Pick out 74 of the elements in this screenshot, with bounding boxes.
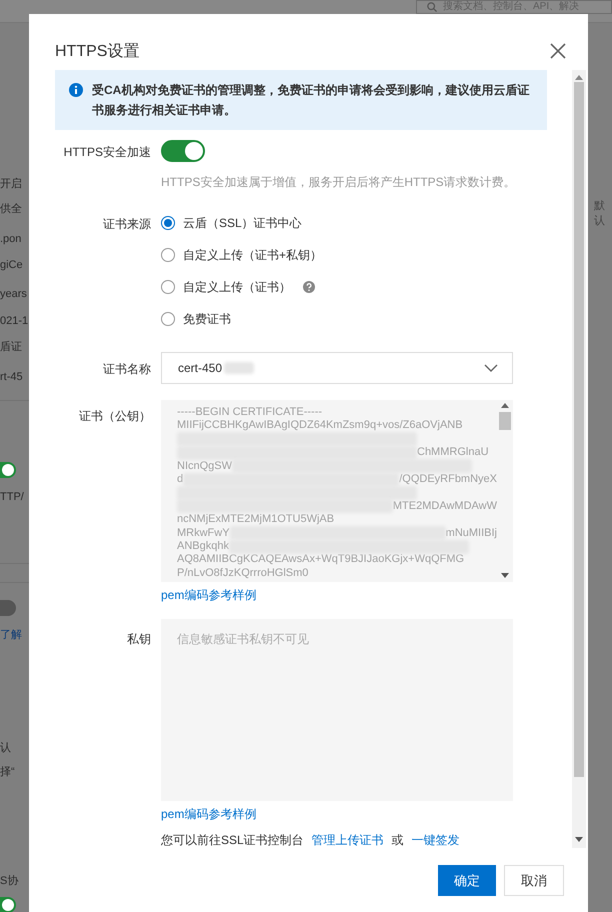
scrollbar[interactable] xyxy=(572,70,586,848)
certificate-field[interactable] xyxy=(161,400,513,582)
certificate-text: ncNMjExMTE2MjM1OTU5WjAB xyxy=(177,513,334,527)
field-label: 私钥 xyxy=(127,632,151,646)
certificate-name-select[interactable]: cert-450 xyxy=(161,352,513,384)
field-label: 证书（公钥） xyxy=(79,409,151,423)
certificate-text: AQ8AMIIBCgKCAQEAwsAx+WqT9BJIJaoKGjx+WqQFMG xyxy=(177,553,464,567)
background-text: 认 xyxy=(0,741,11,756)
background-text: years xyxy=(0,287,27,302)
radio-option[interactable]: 自定义上传（证书） xyxy=(161,271,513,303)
background-text: 默认 xyxy=(594,200,605,227)
certificate-text: /QQDEyRFbmNyeX xyxy=(399,472,497,486)
radio-option[interactable]: 免费证书 xyxy=(161,303,513,335)
background-text: S协 xyxy=(0,874,18,889)
radio-button[interactable] xyxy=(161,280,175,294)
field-label: 证书名称 xyxy=(103,362,151,376)
note-text: 或 xyxy=(392,832,404,849)
one-click-issue-link[interactable]: 一键签发 xyxy=(412,832,460,848)
background-text: 择“ xyxy=(0,765,15,780)
arrow-up-icon[interactable] xyxy=(575,75,583,80)
certificate-text: MRkwFwY xyxy=(177,526,230,540)
select-value: cert-450 xyxy=(178,361,222,375)
radio-label: 云盾（SSL）证书中心 xyxy=(183,214,302,232)
certificate-text: P/nLvO8fJzKQrrroHGlSm0 xyxy=(177,566,308,580)
radio-button[interactable] xyxy=(161,248,175,262)
notice-text: 受CA机构对免费证书的管理调整，免费证书的申请将会受到影响，建议使用云盾证书服务进行相关证书申请。 xyxy=(92,82,530,119)
chevron-down-icon xyxy=(484,364,498,372)
certificate-text: MTE2MDAwMDAwW xyxy=(392,500,497,514)
confirm-button[interactable]: 确定 xyxy=(438,865,496,896)
background-text: 021-1 xyxy=(0,314,28,329)
radio-label: 自定义上传（证书+私钥） xyxy=(183,246,322,264)
radio-option[interactable]: 云盾（SSL）证书中心 xyxy=(161,207,513,239)
certificate-text: ChMMRGlnaU xyxy=(417,446,489,460)
certificate-text: d xyxy=(177,472,184,486)
scrollbar-thumb[interactable] xyxy=(499,412,511,430)
cancel-button[interactable]: 取消 xyxy=(504,865,564,896)
radio-label: 自定义上传（证书） xyxy=(183,278,291,296)
arrow-up-icon[interactable] xyxy=(501,403,509,408)
field-label: 证书来源 xyxy=(103,217,151,231)
background-text: TTP/ xyxy=(0,490,24,505)
background-text: 盾证 xyxy=(0,340,22,355)
radio-button[interactable] xyxy=(161,312,175,326)
certificate-text: mNuMIIBIj xyxy=(446,526,497,540)
background-text: 开启 xyxy=(0,176,22,192)
field-label: HTTPS安全加速 xyxy=(64,145,151,159)
toggle-switch[interactable] xyxy=(161,140,205,162)
private-key-field[interactable]: 信息敏感证书私钥不可见 xyxy=(161,619,513,801)
arrow-down-icon[interactable] xyxy=(575,837,583,842)
dialog-title: HTTPS设置 xyxy=(55,42,140,62)
background-text: rt-45 xyxy=(0,370,23,385)
certificate-text: ANBgkqhk xyxy=(177,540,229,554)
background-text: 供全 xyxy=(0,202,22,217)
info-icon xyxy=(69,83,83,97)
search-icon xyxy=(427,2,437,12)
blur-redaction xyxy=(224,362,254,374)
background-text: .pon xyxy=(0,232,22,247)
manage-certificates-link[interactable]: 管理上传证书 xyxy=(312,832,384,848)
certificate-text: -----BEGIN CERTIFICATE----- xyxy=(177,406,322,420)
radio-button[interactable] xyxy=(161,216,175,230)
close-icon xyxy=(550,43,566,59)
radio-option[interactable]: 自定义上传（证书+私钥） xyxy=(161,239,513,271)
scrollbar-thumb[interactable] xyxy=(574,82,584,777)
certificate-text: MIIFijCCBHKgAwIBAgIQDZ64KmZsm9q+vos/Z6aOVjANB xyxy=(177,419,463,433)
hint-text: HTTPS安全加速属于增值，服务开启后将产生HTTPS请求数计费。 xyxy=(161,174,513,191)
radio-label: 免费证书 xyxy=(183,310,231,328)
close-button[interactable] xyxy=(550,43,566,59)
arrow-down-icon[interactable] xyxy=(501,573,509,578)
pem-example-link[interactable]: pem编码参考样例 xyxy=(161,587,256,603)
pem-example-link[interactable]: pem编码参考样例 xyxy=(161,806,256,822)
background-link[interactable]: 了解 xyxy=(0,627,22,643)
note-text: 您可以前往SSL证书控制台 xyxy=(161,832,304,849)
certificate-text: NIcnQgSW xyxy=(177,460,232,473)
background-text: giCe xyxy=(0,258,23,273)
help-icon[interactable] xyxy=(303,281,315,293)
